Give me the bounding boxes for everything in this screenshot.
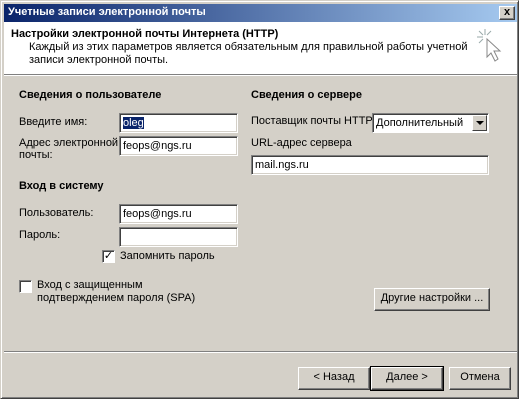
provider-select-value: Дополнительный — [376, 117, 464, 129]
chevron-down-icon[interactable] — [472, 115, 487, 131]
provider-label: Поставщик почты HTTP: — [251, 115, 376, 127]
window-title: Учетные записи электронной почты — [8, 6, 206, 18]
next-button[interactable]: Далее > — [370, 366, 444, 391]
cancel-button[interactable]: Отмена — [449, 367, 511, 390]
remember-password-label: Запомнить пароль — [120, 250, 215, 262]
name-field[interactable]: oleg — [119, 113, 238, 133]
logon-heading: Вход в систему — [19, 180, 104, 192]
email-field[interactable]: feops@ngs.ru — [119, 136, 238, 156]
remember-password-checkbox[interactable]: ✓ — [102, 250, 115, 263]
name-field-value: oleg — [123, 117, 144, 129]
url-label: URL-адрес сервера — [251, 137, 352, 149]
title-bar[interactable]: Учетные записи электронной почты x — [4, 4, 517, 22]
footer-separator — [4, 351, 517, 353]
header-separator — [4, 74, 517, 76]
url-field[interactable]: mail.ngs.ru — [251, 155, 489, 175]
email-label-line2: почты: — [19, 149, 53, 161]
user-field[interactable]: feops@ngs.ru — [119, 204, 238, 224]
password-label: Пароль: — [19, 229, 61, 241]
user-info-heading: Сведения о пользователе — [19, 89, 162, 101]
password-field[interactable] — [119, 227, 238, 247]
wizard-sparkle-cursor-icon — [477, 29, 502, 62]
page-title: Настройки электронной почты Интернета (H… — [11, 28, 279, 40]
spa-label-line2: подтверждением пароля (SPA) — [37, 292, 196, 304]
spa-checkbox[interactable] — [19, 280, 32, 293]
back-button[interactable]: < Назад — [298, 367, 370, 390]
close-button[interactable]: x — [499, 6, 515, 20]
email-label-line1: Адрес электронной — [19, 137, 119, 149]
page-subtitle: Каждый из этих параметров является обяза… — [29, 41, 468, 66]
spa-label-line1: Вход с защищенным — [37, 279, 143, 291]
dialog-window: Учетные записи электронной почты x Настр… — [0, 0, 519, 399]
wizard-header: Настройки электронной почты Интернета (H… — [4, 22, 517, 74]
provider-select[interactable]: Дополнительный — [372, 113, 489, 133]
server-info-heading: Сведения о сервере — [251, 89, 362, 101]
name-label: Введите имя: — [19, 116, 88, 128]
user-label: Пользователь: — [19, 207, 94, 219]
more-settings-button[interactable]: Другие настройки ... — [374, 288, 490, 311]
